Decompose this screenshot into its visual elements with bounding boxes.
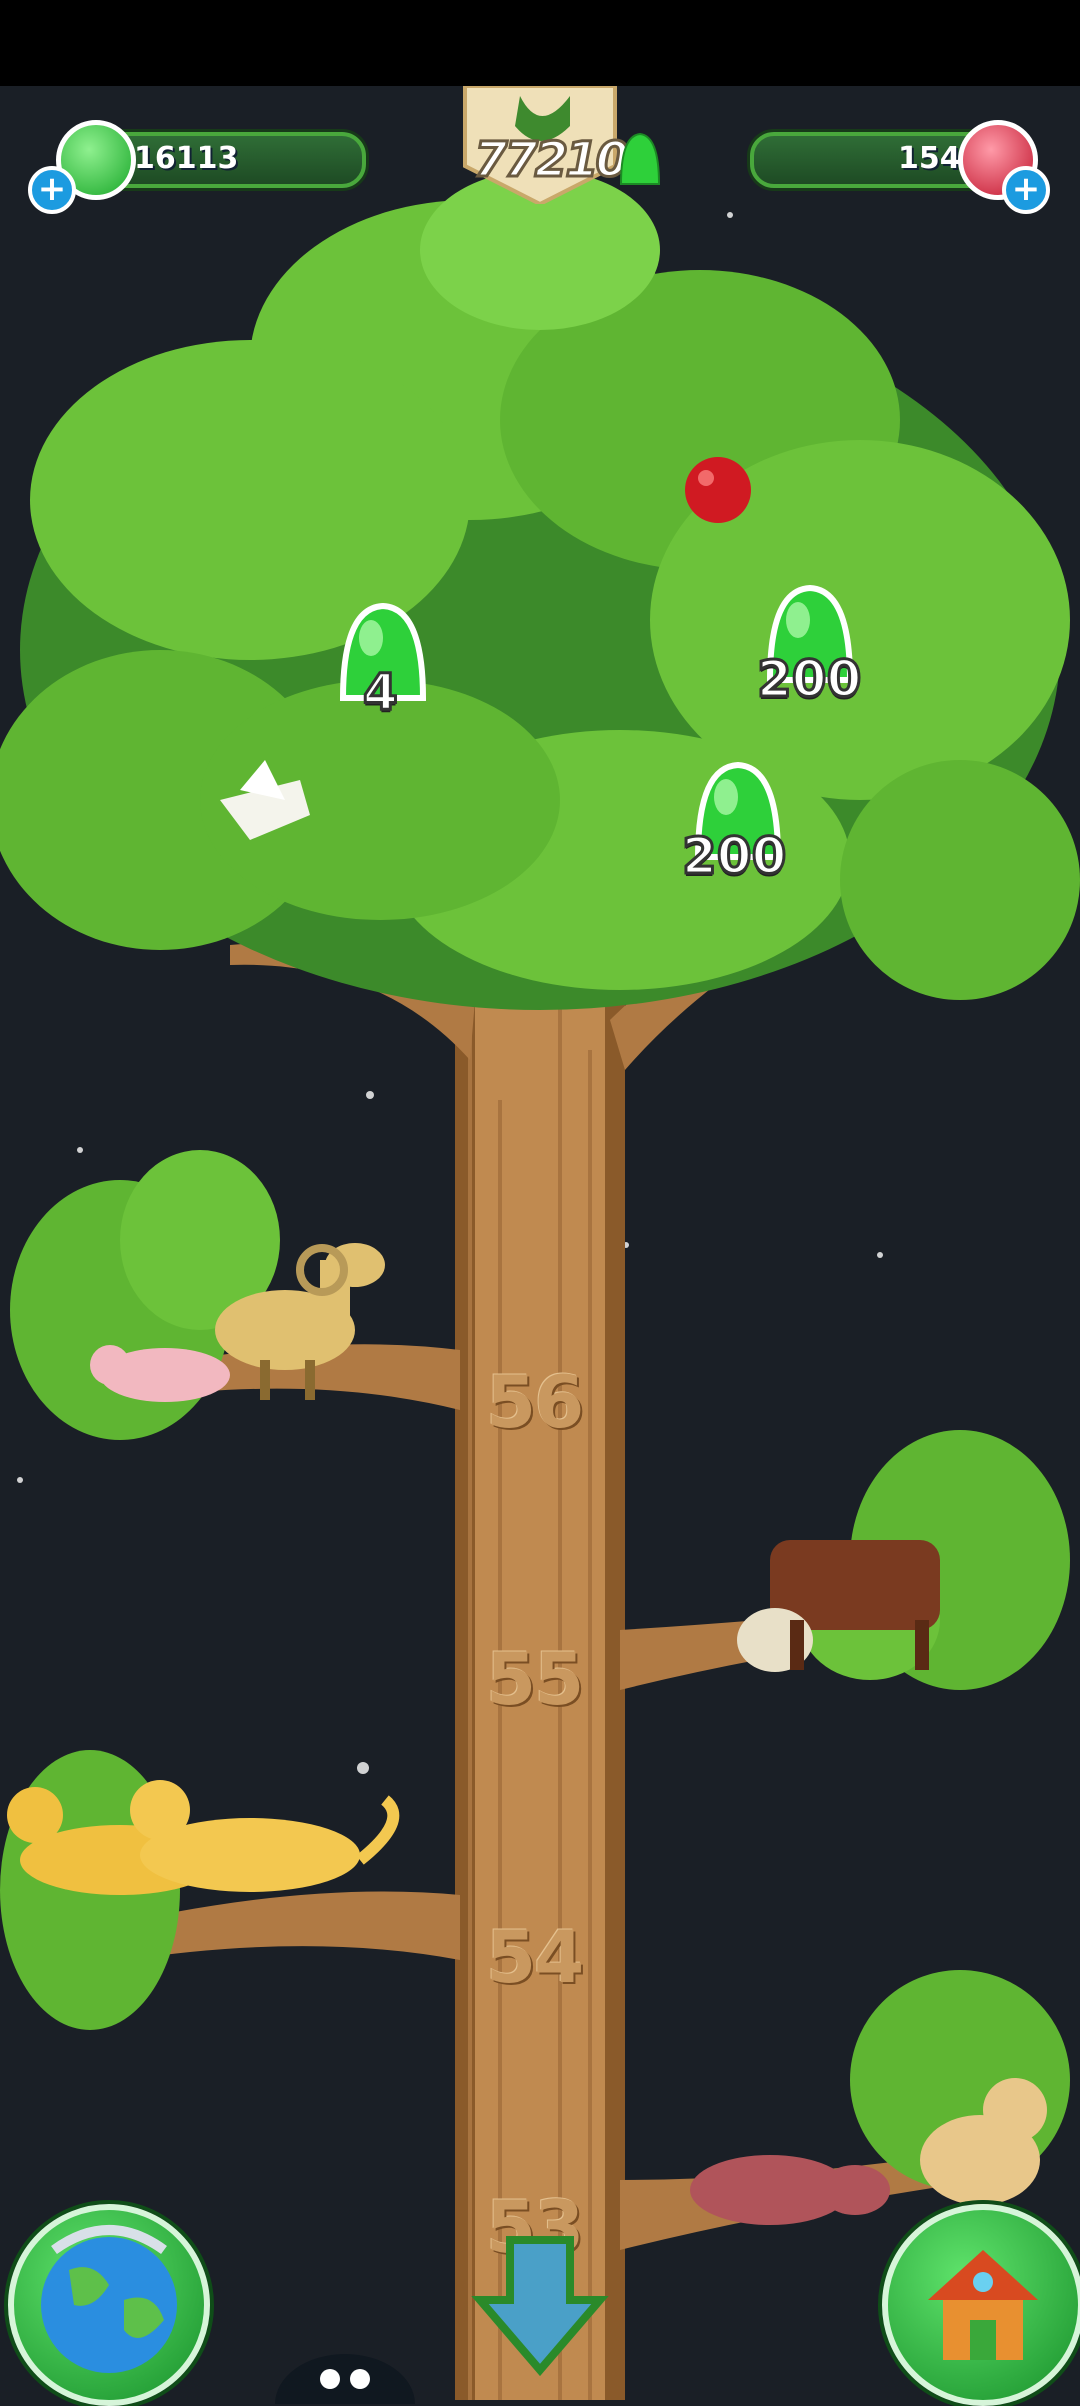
- penguin-character[interactable]: [270, 2344, 420, 2404]
- jelly-collectible[interactable]: 200: [680, 757, 798, 887]
- house-icon: [928, 2250, 1038, 2360]
- aardvark[interactable]: [690, 2155, 890, 2225]
- scroll-down-button[interactable]: [470, 2230, 610, 2380]
- world-map-button[interactable]: [8, 2204, 210, 2406]
- branch-56: [10, 1150, 460, 1440]
- tree-scene: [0, 170, 1080, 2400]
- add-gem-button[interactable]: +: [1002, 166, 1050, 214]
- down-arrow-icon: [471, 2236, 609, 2377]
- gem-count: 154: [898, 141, 961, 176]
- globe-icon: [41, 2225, 177, 2373]
- home-button[interactable]: [882, 2204, 1080, 2406]
- score-badge: 77210: [460, 84, 631, 207]
- score-value: 77210: [473, 131, 631, 190]
- jelly-collectible[interactable]: 4: [333, 598, 433, 723]
- add-jelly-button[interactable]: +: [28, 166, 76, 214]
- cheetah[interactable]: [130, 1780, 400, 1892]
- level-number: 55: [486, 1637, 584, 1721]
- jelly-amount: 200: [755, 649, 862, 710]
- jelly-amount: 4: [362, 662, 400, 723]
- jelly-collectible[interactable]: 200: [755, 580, 870, 710]
- level-number: 56: [486, 1360, 584, 1444]
- gem-counter: 154 +: [730, 120, 1060, 214]
- jelly-amount: 200: [680, 826, 787, 887]
- tree-canopy: [0, 170, 1080, 1010]
- jelly-counter: + 16113: [28, 120, 366, 214]
- jelly-count: 16113: [134, 141, 239, 176]
- status-bar: [0, 0, 1080, 86]
- apple[interactable]: [685, 457, 751, 523]
- jelly-icon: [619, 132, 661, 185]
- level-number: 54: [486, 1915, 584, 1999]
